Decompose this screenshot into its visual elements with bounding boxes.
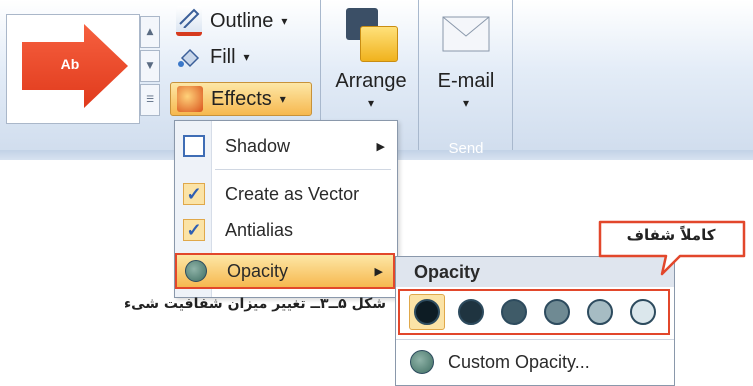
submenu-arrow-icon: ▶	[374, 265, 383, 278]
menu-divider	[215, 169, 391, 170]
opacity-swatch-0[interactable]	[626, 295, 660, 329]
email-label: E-mail	[437, 70, 495, 92]
email-button[interactable]: E-mail ▾	[430, 0, 502, 130]
envelope-icon	[442, 16, 490, 52]
opacity-swatch-circle	[586, 299, 613, 325]
custom-opacity-item[interactable]: Custom Opacity...	[396, 339, 674, 384]
chevron-down-icon: ▾	[281, 14, 288, 28]
effects-dropdown-menu: Shadow ▶ ✓ Create as Vector ✓ Antialias …	[174, 120, 398, 298]
fill-label: Fill	[210, 45, 236, 68]
menu-item-label: Create as Vector	[225, 183, 360, 204]
check-icon: ✓	[183, 219, 205, 241]
menu-item-label: Opacity	[227, 260, 289, 281]
outline-label: Outline	[210, 9, 274, 32]
opacity-icon	[185, 260, 207, 282]
opacity-swatch-row	[398, 289, 670, 335]
effects-label: Effects	[211, 87, 272, 110]
arrange-icon	[346, 8, 398, 62]
effects-icon	[177, 86, 203, 112]
group-separator	[512, 0, 513, 150]
opacity-swatch-80[interactable]	[454, 295, 488, 329]
shape-preview-text: Ab	[60, 56, 80, 72]
menu-item-label: Shadow	[225, 135, 291, 156]
figure-caption: شکل ۵ــ۳ــ تغییر میزان شفافیت شیء	[123, 296, 386, 312]
chevron-down-icon: ▾	[243, 50, 250, 64]
fill-button[interactable]: Fill ▾	[176, 44, 250, 70]
opacity-swatch-circle	[457, 299, 484, 325]
opacity-swatch-circle	[629, 299, 656, 325]
menu-item-create-as-vector[interactable]: ✓ Create as Vector	[175, 177, 395, 211]
opacity-swatch-20[interactable]	[583, 295, 617, 329]
custom-opacity-label: Custom Opacity...	[448, 351, 590, 372]
outline-pen-icon	[176, 6, 202, 36]
callout-text: کاملاً شفاف	[626, 226, 716, 244]
opacity-swatch-100[interactable]	[408, 294, 445, 330]
opacity-swatch-circle	[543, 299, 570, 325]
gallery-more-button[interactable]: ☰	[140, 84, 160, 116]
menu-item-opacity[interactable]: Opacity ▶	[175, 253, 395, 289]
gallery-scroll-up[interactable]: ▲	[140, 16, 160, 48]
opacity-swatch-60[interactable]	[497, 295, 531, 329]
opacity-swatch-40[interactable]	[540, 295, 574, 329]
menu-item-shadow[interactable]: Shadow ▶	[175, 129, 395, 163]
check-icon: ✓	[183, 183, 205, 205]
effects-button[interactable]: Effects ▾	[170, 82, 312, 116]
opacity-swatch-circle	[413, 299, 440, 325]
chevron-down-icon: ▾	[279, 92, 286, 106]
paint-bucket-icon	[176, 44, 202, 70]
opacity-icon	[410, 350, 434, 374]
submenu-arrow-icon: ▶	[376, 140, 385, 153]
opacity-swatch-circle	[500, 299, 527, 325]
menu-item-label: Antialias	[225, 219, 294, 240]
menu-item-antialias[interactable]: ✓ Antialias	[175, 213, 395, 247]
arrange-label: Arrange	[335, 70, 407, 92]
shadow-icon	[183, 135, 205, 157]
gallery-scroll-down[interactable]: ▼	[140, 50, 160, 82]
outline-button[interactable]: Outline ▾	[176, 6, 287, 36]
chevron-down-icon: ▾	[367, 96, 375, 110]
group-separator	[418, 0, 419, 150]
chevron-down-icon: ▾	[462, 96, 470, 110]
send-group-label: Send	[448, 140, 484, 157]
